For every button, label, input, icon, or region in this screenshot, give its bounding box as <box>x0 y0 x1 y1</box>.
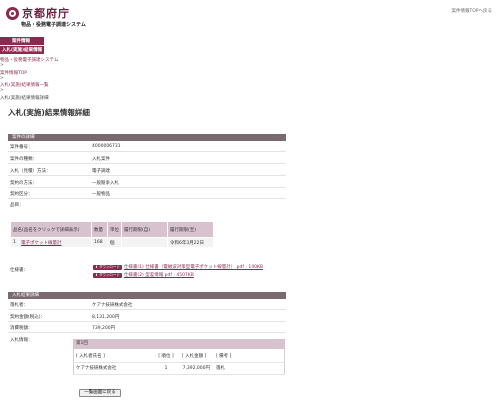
bidder-note: 落札 <box>213 362 285 375</box>
result-label: 消費税額： <box>10 325 33 331</box>
item-qty: 168 <box>91 237 108 248</box>
detail-label: 契約区分： <box>10 191 33 197</box>
spec-file-2: ⬇ ダウンロード 仕様書(2) 型差情報.pdf : 4507KB <box>93 272 194 278</box>
col-header-rank: [ 順位 ] <box>153 350 179 363</box>
spec-file-1-link[interactable]: 仕様書(1) 仕様書（電磁波対策型電子ポケット線量計）.pdf : 140KB <box>124 264 263 270</box>
item-name-cell: 電子ポケット線量計 <box>18 237 92 248</box>
item-from <box>121 237 168 248</box>
detail-value: 入札案件 <box>92 156 110 162</box>
section-header-results: 入札結果詳細 <box>8 292 286 299</box>
table-row: 1 電子ポケット線量計 168 個 令和6年3月22日 <box>10 237 214 248</box>
result-row-tax: 消費税額： 739,200円 <box>8 323 286 333</box>
detail-value: 4000006731 <box>92 144 121 149</box>
page-title: 入札(実施)結果情報詳細 <box>8 108 90 117</box>
bidder-name: ケアナ技研株式会社 <box>73 362 153 375</box>
spec-label: 仕様書： <box>10 268 28 273</box>
breadcrumb-item-current: 入札(実施)結果情報詳細 <box>0 96 49 101</box>
detail-label: 品目： <box>10 203 24 208</box>
detail-label: 入札（見積）方法： <box>10 168 51 174</box>
col-header-name: 品名(品名をクリックで詳細表示) <box>10 221 92 238</box>
row-number: 1 <box>10 237 19 248</box>
download-badge-label: ダウンロード <box>98 272 120 277</box>
item-name-link[interactable]: 電子ポケット線量計 <box>21 241 62 246</box>
detail-row-case-number: 案件番号： 4000006731 <box>8 142 286 152</box>
detail-value: 電子調達 <box>92 168 110 174</box>
bidder-amount: 7,392,000円 <box>179 362 213 375</box>
col-header-amount: [ 入札金額 ] <box>179 350 213 363</box>
logo-text: 京都府庁 <box>22 7 70 20</box>
col-header-bidder: [ 入札者氏名 ] <box>73 350 153 363</box>
detail-label: 案件の種類： <box>10 156 37 162</box>
col-header-unit: 単位 <box>107 221 122 238</box>
kyoto-emblem-icon <box>6 6 19 20</box>
detail-row-case-type: 案件の種類： 入札案件 <box>8 154 286 164</box>
result-value: 8,131,200円 <box>92 314 120 320</box>
table-header-row: [ 入札者氏名 ] [ 順位 ] [ 入札金額 ] [ 備考 ] <box>73 350 285 363</box>
spec-file-1: ⬇ ダウンロード 仕様書(1) 仕様書（電磁波対策型電子ポケット線量計）.pdf … <box>93 264 263 270</box>
breadcrumb-item-system[interactable]: 物品・役務電子調達システム <box>0 57 58 63</box>
section-header-details: 案件の詳細 <box>8 134 286 141</box>
result-label: 入札情報： <box>10 338 33 343</box>
download-badge[interactable]: ⬇ ダウンロード <box>93 264 122 270</box>
detail-row-items: 品目： <box>8 200 286 210</box>
result-value: ケアナ技研株式会社 <box>92 302 133 308</box>
col-header-qty: 数量 <box>91 221 108 238</box>
breadcrumb-item-list[interactable]: 入札(実施)結果情報一覧 <box>0 82 49 88</box>
detail-label: 契約の方法： <box>10 180 37 186</box>
table-row: ケアナ技研株式会社 1 7,392,000円 落札 <box>73 362 285 375</box>
item-unit: 個 <box>107 237 122 248</box>
detail-row-bid-method: 入札（見積）方法： 電子調達 <box>8 166 286 176</box>
breadcrumb-separator: > <box>0 63 4 68</box>
bid-round-label: 第1回 <box>73 339 285 349</box>
result-label: 落札者： <box>10 302 28 308</box>
col-header-from: 履行期限(自) <box>121 221 168 238</box>
download-badge[interactable]: ⬇ ダウンロード <box>93 272 122 278</box>
bid-results-table: [ 入札者氏名 ] [ 順位 ] [ 入札金額 ] [ 備考 ] ケアナ技研株式… <box>73 350 285 375</box>
top-link[interactable]: 案件情報TOPへ戻る <box>451 8 492 14</box>
system-name: 物品・役務電子調達システム <box>21 22 86 28</box>
site-logo[interactable]: 京都府庁 <box>6 6 70 20</box>
bidder-rank: 1 <box>153 362 179 375</box>
items-table: 品名(品名をクリックで詳細表示) 数量 単位 履行期限(自) 履行期限(至) 1… <box>10 221 214 248</box>
download-icon: ⬇ <box>95 264 98 269</box>
result-row-contract-amount: 契約金額(税込)： 8,131,200円 <box>8 312 286 322</box>
detail-label: 案件番号： <box>10 144 33 150</box>
item-to: 令和6年3月22日 <box>167 237 214 248</box>
breadcrumb-separator: > <box>0 76 4 81</box>
breadcrumb-item-top[interactable]: 案件情報TOP <box>0 70 27 76</box>
back-to-list-button[interactable]: 一覧画面に戻る <box>79 389 121 397</box>
spec-file-2-link[interactable]: 仕様書(2) 型差情報.pdf : 4507KB <box>124 272 194 278</box>
result-row-bid-info: 入札情報： <box>8 335 72 345</box>
detail-row-contract-method: 契約の方法： 一般競争入札 <box>8 178 286 188</box>
table-header-row: 品名(品名をクリックで詳細表示) 数量 単位 履行期限(自) 履行期限(至) <box>10 221 214 238</box>
detail-row-contract-category: 契約区分： 一般物品 <box>8 189 286 199</box>
nav-tab-bid-results[interactable]: 入札(実施)結果情報 <box>0 45 44 54</box>
download-badge-label: ダウンロード <box>98 264 120 269</box>
detail-value: 一般物品 <box>92 191 110 197</box>
result-label: 契約金額(税込)： <box>10 314 46 320</box>
result-row-winner: 落札者： ケアナ技研株式会社 <box>8 300 286 310</box>
col-header-to: 履行期限(至) <box>167 221 214 238</box>
result-value: 739,200円 <box>92 325 116 331</box>
download-icon: ⬇ <box>95 272 98 277</box>
detail-value: 一般競争入札 <box>92 180 119 186</box>
col-header-note: [ 備考 ] <box>213 350 285 363</box>
breadcrumb-separator: > <box>0 88 4 93</box>
